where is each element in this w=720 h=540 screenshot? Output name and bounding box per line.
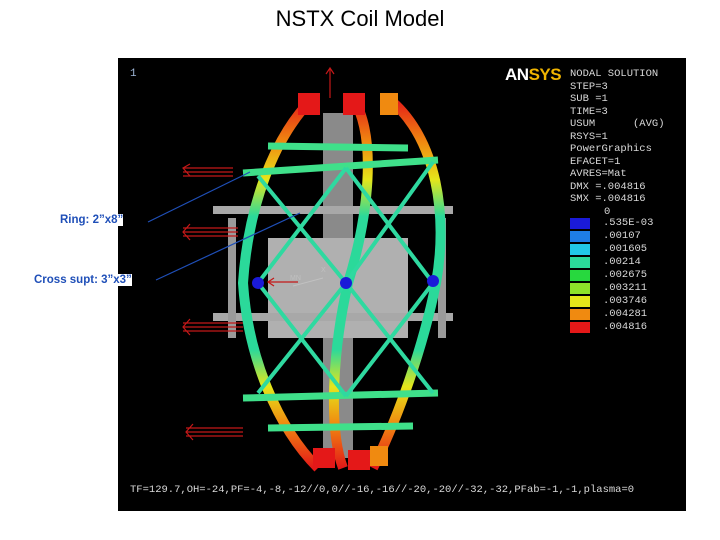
legend-value: .00107 [603,230,641,242]
info-line: NODAL SOLUTION [570,68,659,80]
load-case-footer: TF=129.7,OH=-24,PF=-4,-8,-12//0,0//-16,-… [130,484,635,496]
cross-support-callout: Cross supt: 3”x3” [34,274,132,286]
triad-mn-label: MN [290,275,301,282]
solution-info: NODAL SOLUTION STEP=3 SUB =1 TIME=3 USUM… [570,68,665,206]
legend-swatch [570,296,590,307]
legend-swatch [570,322,590,333]
info-line: EFACET=1 [570,155,621,168]
legend-value: .003746 [603,295,648,307]
ring-callout: Ring: 2”x8” [60,214,124,226]
page-title: NSTX Coil Model [275,6,445,31]
legend-swatch [570,283,590,294]
info-line: STEP=3 [570,80,608,93]
info-line: DMX =.004816 [570,180,646,193]
legend-swatch [570,218,590,229]
ansys-graphics-window[interactable]: MN X 1 ANSYS NODAL SOLUTION STEP=3 SUB =… [118,58,686,511]
info-line: USUM (AVG) [570,118,665,130]
info-line: RSYS=1 [570,130,608,143]
triad-x-label: X [321,267,326,274]
logo-part-sys: SYS [528,65,562,84]
info-line: PowerGraphics [570,143,652,155]
legend-swatch [570,257,590,268]
legend-value: .002675 [603,269,648,281]
ansys-logo: ANSYS [505,65,562,85]
logo-part-an: AN [505,65,529,84]
legend-swatch [570,270,590,281]
legend-swatch [570,231,590,242]
window-number: 1 [130,68,137,80]
legend-value: .003211 [603,282,648,294]
legend-value: .00214 [603,256,641,268]
info-line: AVRES=Mat [570,168,627,180]
info-line: SUB =1 [570,93,608,105]
info-line: SMX =.004816 [570,193,646,205]
legend-value: .004281 [603,308,648,320]
legend-swatch [570,244,590,255]
legend-swatch [570,309,590,320]
legend-value: .001605 [603,243,648,255]
legend-value: .535E-03 [603,217,654,229]
info-line: TIME=3 [570,105,608,118]
legend-value: .004816 [603,321,648,333]
